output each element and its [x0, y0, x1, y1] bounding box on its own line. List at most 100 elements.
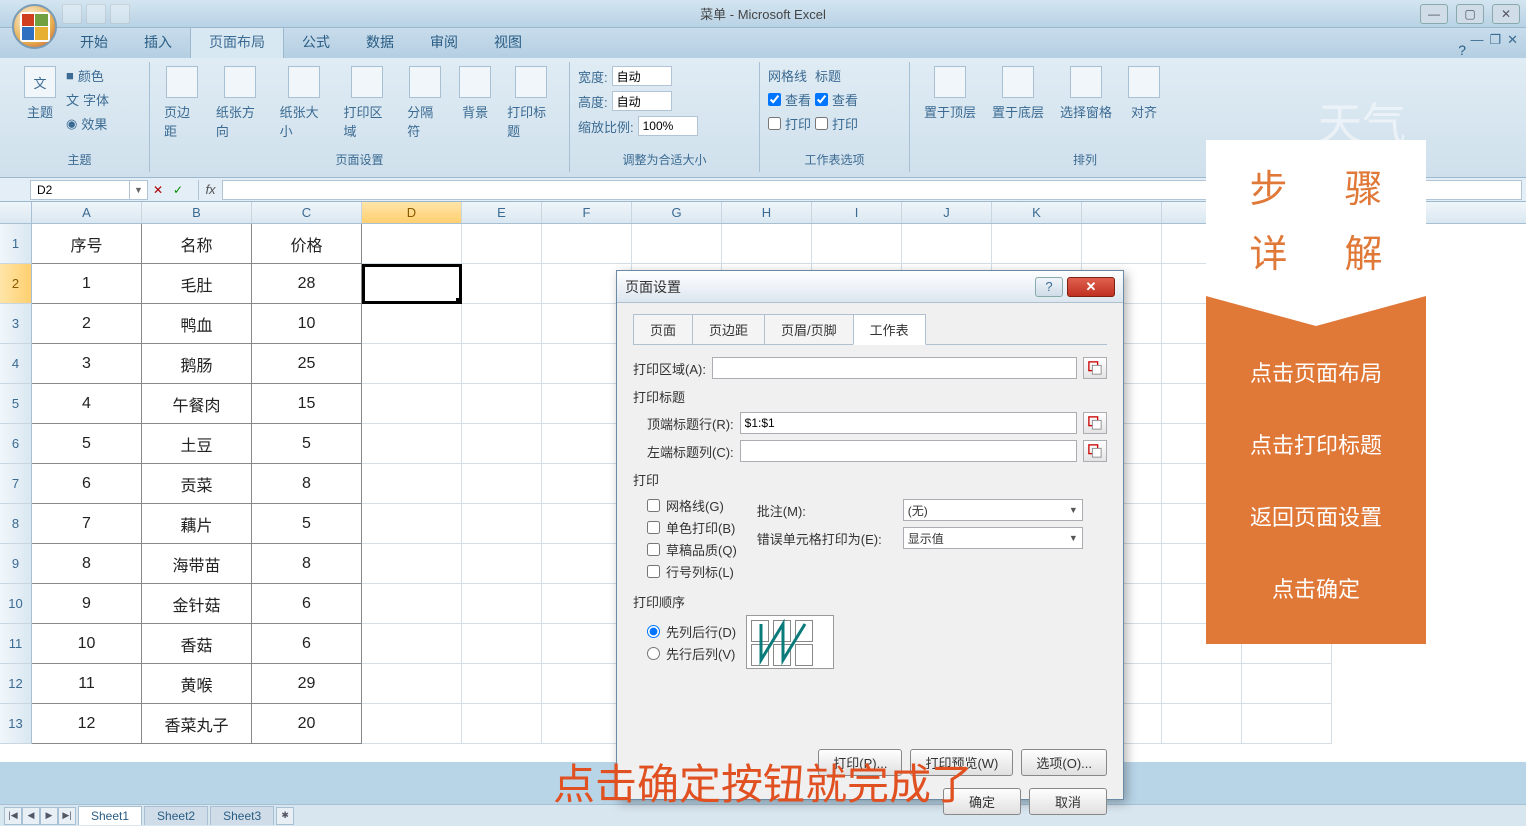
cell[interactable]	[1162, 704, 1242, 744]
background-button[interactable]: 背景	[453, 64, 497, 123]
cell[interactable]	[1242, 664, 1332, 704]
bw-checkbox[interactable]	[647, 521, 660, 534]
cell[interactable]	[722, 224, 812, 264]
gridlines-view-checkbox[interactable]	[768, 93, 781, 106]
selection-pane-button[interactable]: 选择窗格	[1054, 64, 1118, 123]
tab-data[interactable]: 数据	[348, 26, 412, 58]
cell[interactable]: 1	[32, 264, 142, 304]
row-header-7[interactable]: 7	[0, 464, 32, 504]
margins-button[interactable]: 页边距	[158, 64, 206, 142]
tab-review[interactable]: 审阅	[412, 26, 476, 58]
select-all-corner[interactable]	[0, 202, 32, 223]
left-cols-ref-icon[interactable]	[1083, 440, 1107, 462]
sheet-nav-last[interactable]: ▶|	[58, 807, 76, 825]
row-header-4[interactable]: 4	[0, 344, 32, 384]
bring-front-button[interactable]: 置于顶层	[918, 64, 982, 123]
name-box[interactable]: D2	[30, 180, 130, 200]
tab-home[interactable]: 开始	[62, 26, 126, 58]
cell[interactable]	[462, 704, 542, 744]
cell[interactable]	[542, 224, 632, 264]
dialog-close-button[interactable]: ✕	[1067, 277, 1115, 297]
headings-print-checkbox[interactable]	[815, 117, 828, 130]
col-header-J[interactable]: J	[902, 202, 992, 223]
cell[interactable]	[362, 424, 462, 464]
cell[interactable]	[362, 304, 462, 344]
cell[interactable]: 8	[252, 464, 362, 504]
cell[interactable]: 8	[252, 544, 362, 584]
headings-view-checkbox[interactable]	[815, 93, 828, 106]
cancel-button[interactable]: 取消	[1029, 788, 1107, 815]
breaks-button[interactable]: 分隔符	[401, 64, 449, 142]
cell[interactable]: 11	[32, 664, 142, 704]
cell[interactable]: 20	[252, 704, 362, 744]
width-input[interactable]	[612, 66, 672, 86]
cell[interactable]: 鸭血	[142, 304, 252, 344]
dlg-tab-page[interactable]: 页面	[633, 314, 693, 345]
sheet-tab-2[interactable]: Sheet2	[144, 806, 208, 825]
draft-checkbox[interactable]	[647, 543, 660, 556]
cell[interactable]	[462, 424, 542, 464]
gridlines-print-checkbox[interactable]	[768, 117, 781, 130]
row-header-1[interactable]: 1	[0, 224, 32, 264]
cell[interactable]: 黄喉	[142, 664, 252, 704]
cell[interactable]: 鹅肠	[142, 344, 252, 384]
colors-button[interactable]: ■ 颜色	[66, 66, 109, 85]
new-sheet-icon[interactable]: ✱	[276, 807, 294, 825]
sheet-tab-1[interactable]: Sheet1	[78, 806, 142, 825]
cell[interactable]	[462, 544, 542, 584]
dlg-tab-sheet[interactable]: 工作表	[853, 314, 926, 345]
cell[interactable]	[462, 504, 542, 544]
align-button[interactable]: 对齐	[1122, 64, 1166, 123]
row-header-8[interactable]: 8	[0, 504, 32, 544]
cell[interactable]: 5	[32, 424, 142, 464]
cell[interactable]: 15	[252, 384, 362, 424]
cell[interactable]: 7	[32, 504, 142, 544]
row-header-10[interactable]: 10	[0, 584, 32, 624]
dialog-help-button[interactable]: ?	[1035, 277, 1063, 297]
dlg-tab-margins[interactable]: 页边距	[692, 314, 765, 345]
row-header-2[interactable]: 2	[0, 264, 32, 304]
cell[interactable]	[1162, 664, 1242, 704]
cell[interactable]: 午餐肉	[142, 384, 252, 424]
cell[interactable]: 6	[252, 584, 362, 624]
cell[interactable]: 名称	[142, 224, 252, 264]
cell[interactable]	[362, 624, 462, 664]
print-area-input[interactable]	[712, 357, 1077, 379]
cell[interactable]: 10	[32, 624, 142, 664]
cell[interactable]	[462, 624, 542, 664]
cell[interactable]	[462, 664, 542, 704]
name-box-dropdown[interactable]: ▼	[130, 180, 148, 200]
rowcol-checkbox[interactable]	[647, 565, 660, 578]
comments-select[interactable]: (无)	[903, 499, 1083, 521]
row-header-13[interactable]: 13	[0, 704, 32, 744]
cell[interactable]: 2	[32, 304, 142, 344]
undo-icon[interactable]	[86, 4, 106, 24]
cell[interactable]	[1082, 224, 1162, 264]
cell[interactable]: 海带苗	[142, 544, 252, 584]
cell[interactable]	[902, 224, 992, 264]
over-down-radio[interactable]	[647, 647, 660, 660]
errors-select[interactable]: 显示值	[903, 527, 1083, 549]
cell[interactable]	[362, 664, 462, 704]
send-back-button[interactable]: 置于底层	[986, 64, 1050, 123]
cell[interactable]	[462, 384, 542, 424]
cell[interactable]: 土豆	[142, 424, 252, 464]
cell[interactable]	[362, 344, 462, 384]
cell[interactable]: 12	[32, 704, 142, 744]
col-header-[interactable]	[1082, 202, 1162, 223]
row-header-11[interactable]: 11	[0, 624, 32, 664]
col-header-F[interactable]: F	[542, 202, 632, 223]
cell[interactable]: 序号	[32, 224, 142, 264]
cell[interactable]: 5	[252, 424, 362, 464]
redo-icon[interactable]	[110, 4, 130, 24]
cell[interactable]	[462, 264, 542, 304]
col-header-G[interactable]: G	[632, 202, 722, 223]
sheet-nav-first[interactable]: |◀	[4, 807, 22, 825]
cell[interactable]: 4	[32, 384, 142, 424]
dlg-options-button[interactable]: 选项(O)...	[1021, 749, 1107, 776]
sheet-nav-prev[interactable]: ◀	[22, 807, 40, 825]
cell[interactable]: 6	[252, 624, 362, 664]
cell[interactable]: 6	[32, 464, 142, 504]
cell[interactable]: 藕片	[142, 504, 252, 544]
dlg-tab-header-footer[interactable]: 页眉/页脚	[764, 314, 854, 345]
